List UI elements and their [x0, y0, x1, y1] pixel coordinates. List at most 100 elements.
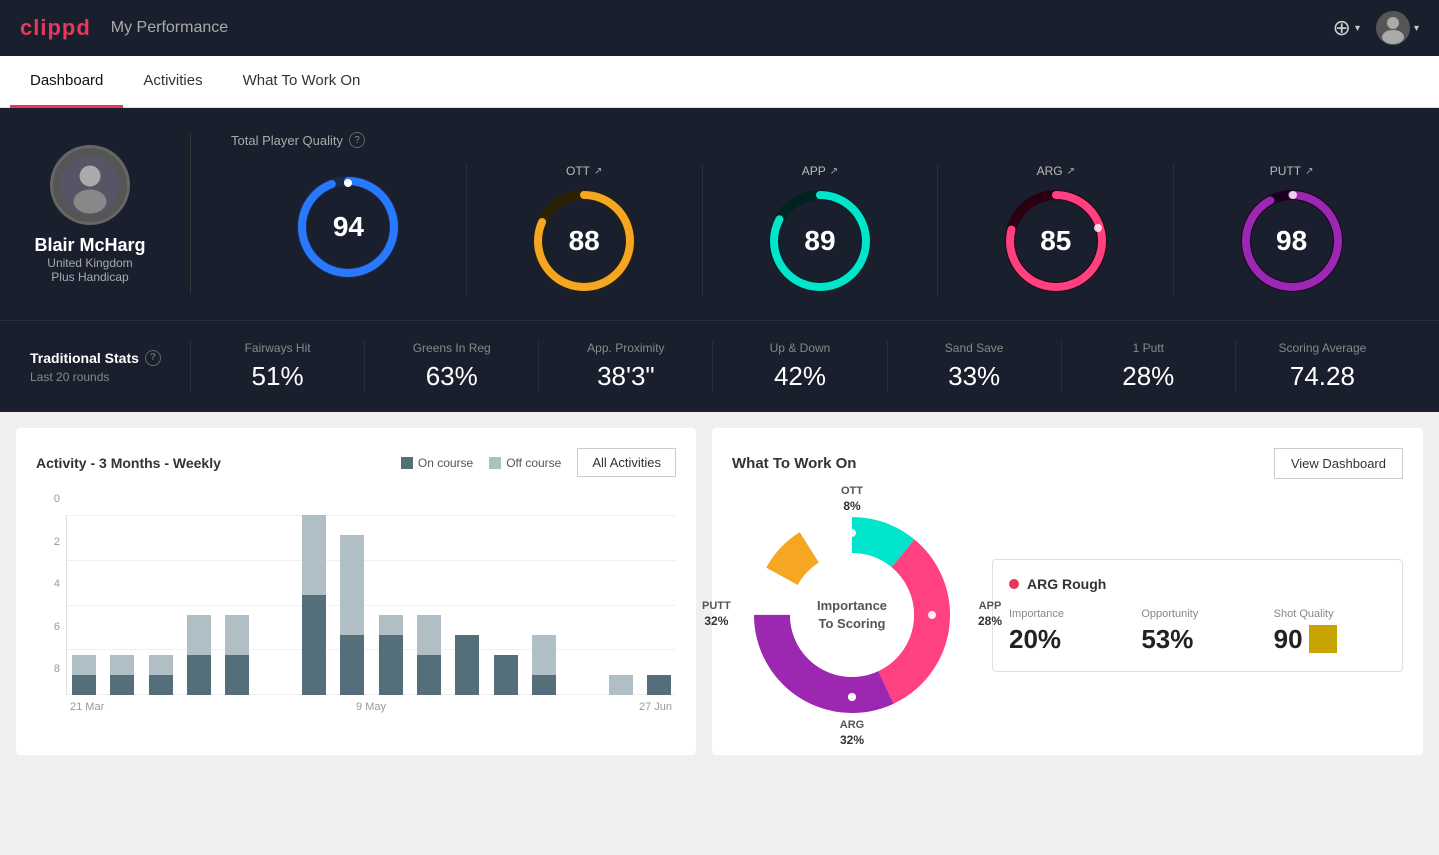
- stat-proximity: App. Proximity 38'3": [538, 341, 712, 392]
- seg-label-arg: ARG 32%: [840, 719, 864, 749]
- y-label-0: 0: [36, 493, 64, 505]
- bar-group-1: [105, 515, 139, 695]
- gauge-app-circle: 89: [765, 186, 875, 296]
- stat-sandsave: Sand Save 33%: [887, 341, 1061, 392]
- seg-label-putt: PUTT 32%: [702, 600, 731, 630]
- user-menu[interactable]: ▾: [1376, 11, 1419, 45]
- bar-group-6: [297, 515, 331, 695]
- bar-group-10: [450, 515, 484, 695]
- donut-chart: ImportanceTo Scoring: [732, 495, 972, 735]
- legend-off-label: Off course: [506, 456, 561, 470]
- bar-on-9: [417, 655, 441, 695]
- gauge-tpq: 94: [231, 164, 467, 296]
- activity-chart-card: Activity - 3 Months - Weekly On course O…: [16, 428, 696, 755]
- bar-on-0: [72, 675, 96, 695]
- gauge-ott-value: 88: [569, 225, 600, 257]
- x-label-1: 21 Mar: [66, 701, 186, 713]
- arg-rough-title: ARG Rough: [1009, 576, 1386, 592]
- hero-section: Blair McHarg United Kingdom Plus Handica…: [0, 108, 1439, 320]
- legend-off-course: Off course: [489, 456, 561, 470]
- all-activities-button[interactable]: All Activities: [577, 448, 676, 477]
- bar-on-15: [647, 675, 671, 695]
- player-handicap: Plus Handicap: [51, 270, 128, 284]
- stat-scoring-label: Scoring Average: [1246, 341, 1399, 355]
- seg-label-ott: OTT 8%: [841, 485, 863, 515]
- hero-inner: Blair McHarg United Kingdom Plus Handica…: [30, 132, 1409, 296]
- avatar-chevron: ▾: [1414, 23, 1419, 34]
- arg-quality-value-row: 90: [1274, 624, 1386, 655]
- player-avatar: [50, 145, 130, 225]
- stat-greens-value: 63%: [375, 361, 528, 392]
- stat-sandsave-label: Sand Save: [898, 341, 1051, 355]
- seg-label-app: APP 28%: [978, 600, 1002, 630]
- work-content: OTT 8% APP 28% ARG 32% PUTT 32%: [732, 495, 1403, 735]
- bar-on-6: [302, 595, 326, 695]
- gauge-putt: PUTT ↗ 98: [1174, 164, 1409, 296]
- x-label-2: [186, 701, 311, 713]
- stat-fairways-value: 51%: [201, 361, 354, 392]
- avatar-icon: [1376, 11, 1410, 45]
- bar-on-2: [149, 675, 173, 695]
- bottom-section: Activity - 3 Months - Weekly On course O…: [0, 412, 1439, 771]
- gauge-tpq-circle: 94: [293, 172, 403, 282]
- bar-on-3: [187, 655, 211, 695]
- stat-oneputt: 1 Putt 28%: [1061, 341, 1235, 392]
- bar-on-11: [494, 655, 518, 695]
- quality-help-icon[interactable]: ?: [349, 132, 365, 148]
- bar-off-4: [225, 615, 249, 655]
- x-label-5: 27 Jun: [556, 701, 676, 713]
- bar-off-8: [379, 615, 403, 635]
- gauge-app-value: 89: [804, 225, 835, 257]
- stat-scoring-value: 74.28: [1246, 361, 1399, 392]
- bar-on-4: [225, 655, 249, 695]
- tab-what-to-work-on[interactable]: What To Work On: [223, 56, 381, 108]
- add-button[interactable]: ⊕ ▾: [1333, 15, 1360, 41]
- stat-greens: Greens In Reg 63%: [364, 341, 538, 392]
- gauge-arg: ARG ↗ 85: [938, 164, 1174, 296]
- gauge-putt-label: PUTT ↗: [1270, 164, 1314, 178]
- stat-updown-label: Up & Down: [723, 341, 876, 355]
- bar-on-1: [110, 675, 134, 695]
- bar-off-1: [110, 655, 134, 675]
- bar-off-9: [417, 615, 441, 655]
- tab-dashboard[interactable]: Dashboard: [10, 56, 123, 108]
- bar-group-4: [220, 515, 254, 695]
- bar-group-11: [488, 515, 522, 695]
- x-labels: 21 Mar 9 May 27 Jun: [36, 701, 676, 713]
- add-chevron: ▾: [1355, 23, 1360, 34]
- player-avatar-icon: [60, 155, 120, 215]
- legend-on-label: On course: [418, 456, 473, 470]
- bar-group-12: [527, 515, 561, 695]
- trad-help-icon[interactable]: ?: [145, 350, 161, 366]
- bar-on-12: [532, 675, 556, 695]
- work-title: What To Work On: [732, 455, 856, 472]
- gauge-putt-circle: 98: [1237, 186, 1347, 296]
- chart-title: Activity - 3 Months - Weekly: [36, 455, 221, 471]
- gauge-ott-circle: 88: [529, 186, 639, 296]
- chart-legend: On course Off course: [401, 456, 562, 470]
- y-label-6: 6: [36, 621, 64, 633]
- bar-group-2: [144, 515, 178, 695]
- gauge-ott-label: OTT ↗: [566, 164, 602, 178]
- view-dashboard-button[interactable]: View Dashboard: [1274, 448, 1403, 479]
- stat-scoring: Scoring Average 74.28: [1235, 341, 1409, 392]
- stat-greens-label: Greens In Reg: [375, 341, 528, 355]
- gauge-putt-value: 98: [1276, 225, 1307, 257]
- bar-off-6: [302, 515, 326, 595]
- bar-chart: 8 6 4 2 0 21 Mar: [36, 493, 676, 713]
- arg-opportunity-value: 53%: [1141, 624, 1253, 655]
- gauge-tpq-value: 94: [333, 211, 364, 243]
- bar-group-13: [565, 515, 599, 695]
- vertical-divider: [190, 134, 191, 294]
- tab-activities[interactable]: Activities: [123, 56, 222, 108]
- app-header: clippd My Performance ⊕ ▾ ▾: [0, 0, 1439, 56]
- y-label-8: 8: [36, 663, 64, 675]
- arg-rough-dot: [1009, 579, 1019, 589]
- arg-opportunity-stat: Opportunity 53%: [1141, 608, 1253, 655]
- quality-section: Total Player Quality ? 94: [231, 132, 1409, 296]
- legend-off-dot: [489, 457, 501, 469]
- arg-importance-label: Importance: [1009, 608, 1121, 620]
- stat-updown-value: 42%: [723, 361, 876, 392]
- bar-group-14: [603, 515, 637, 695]
- stat-fairways: Fairways Hit 51%: [190, 341, 364, 392]
